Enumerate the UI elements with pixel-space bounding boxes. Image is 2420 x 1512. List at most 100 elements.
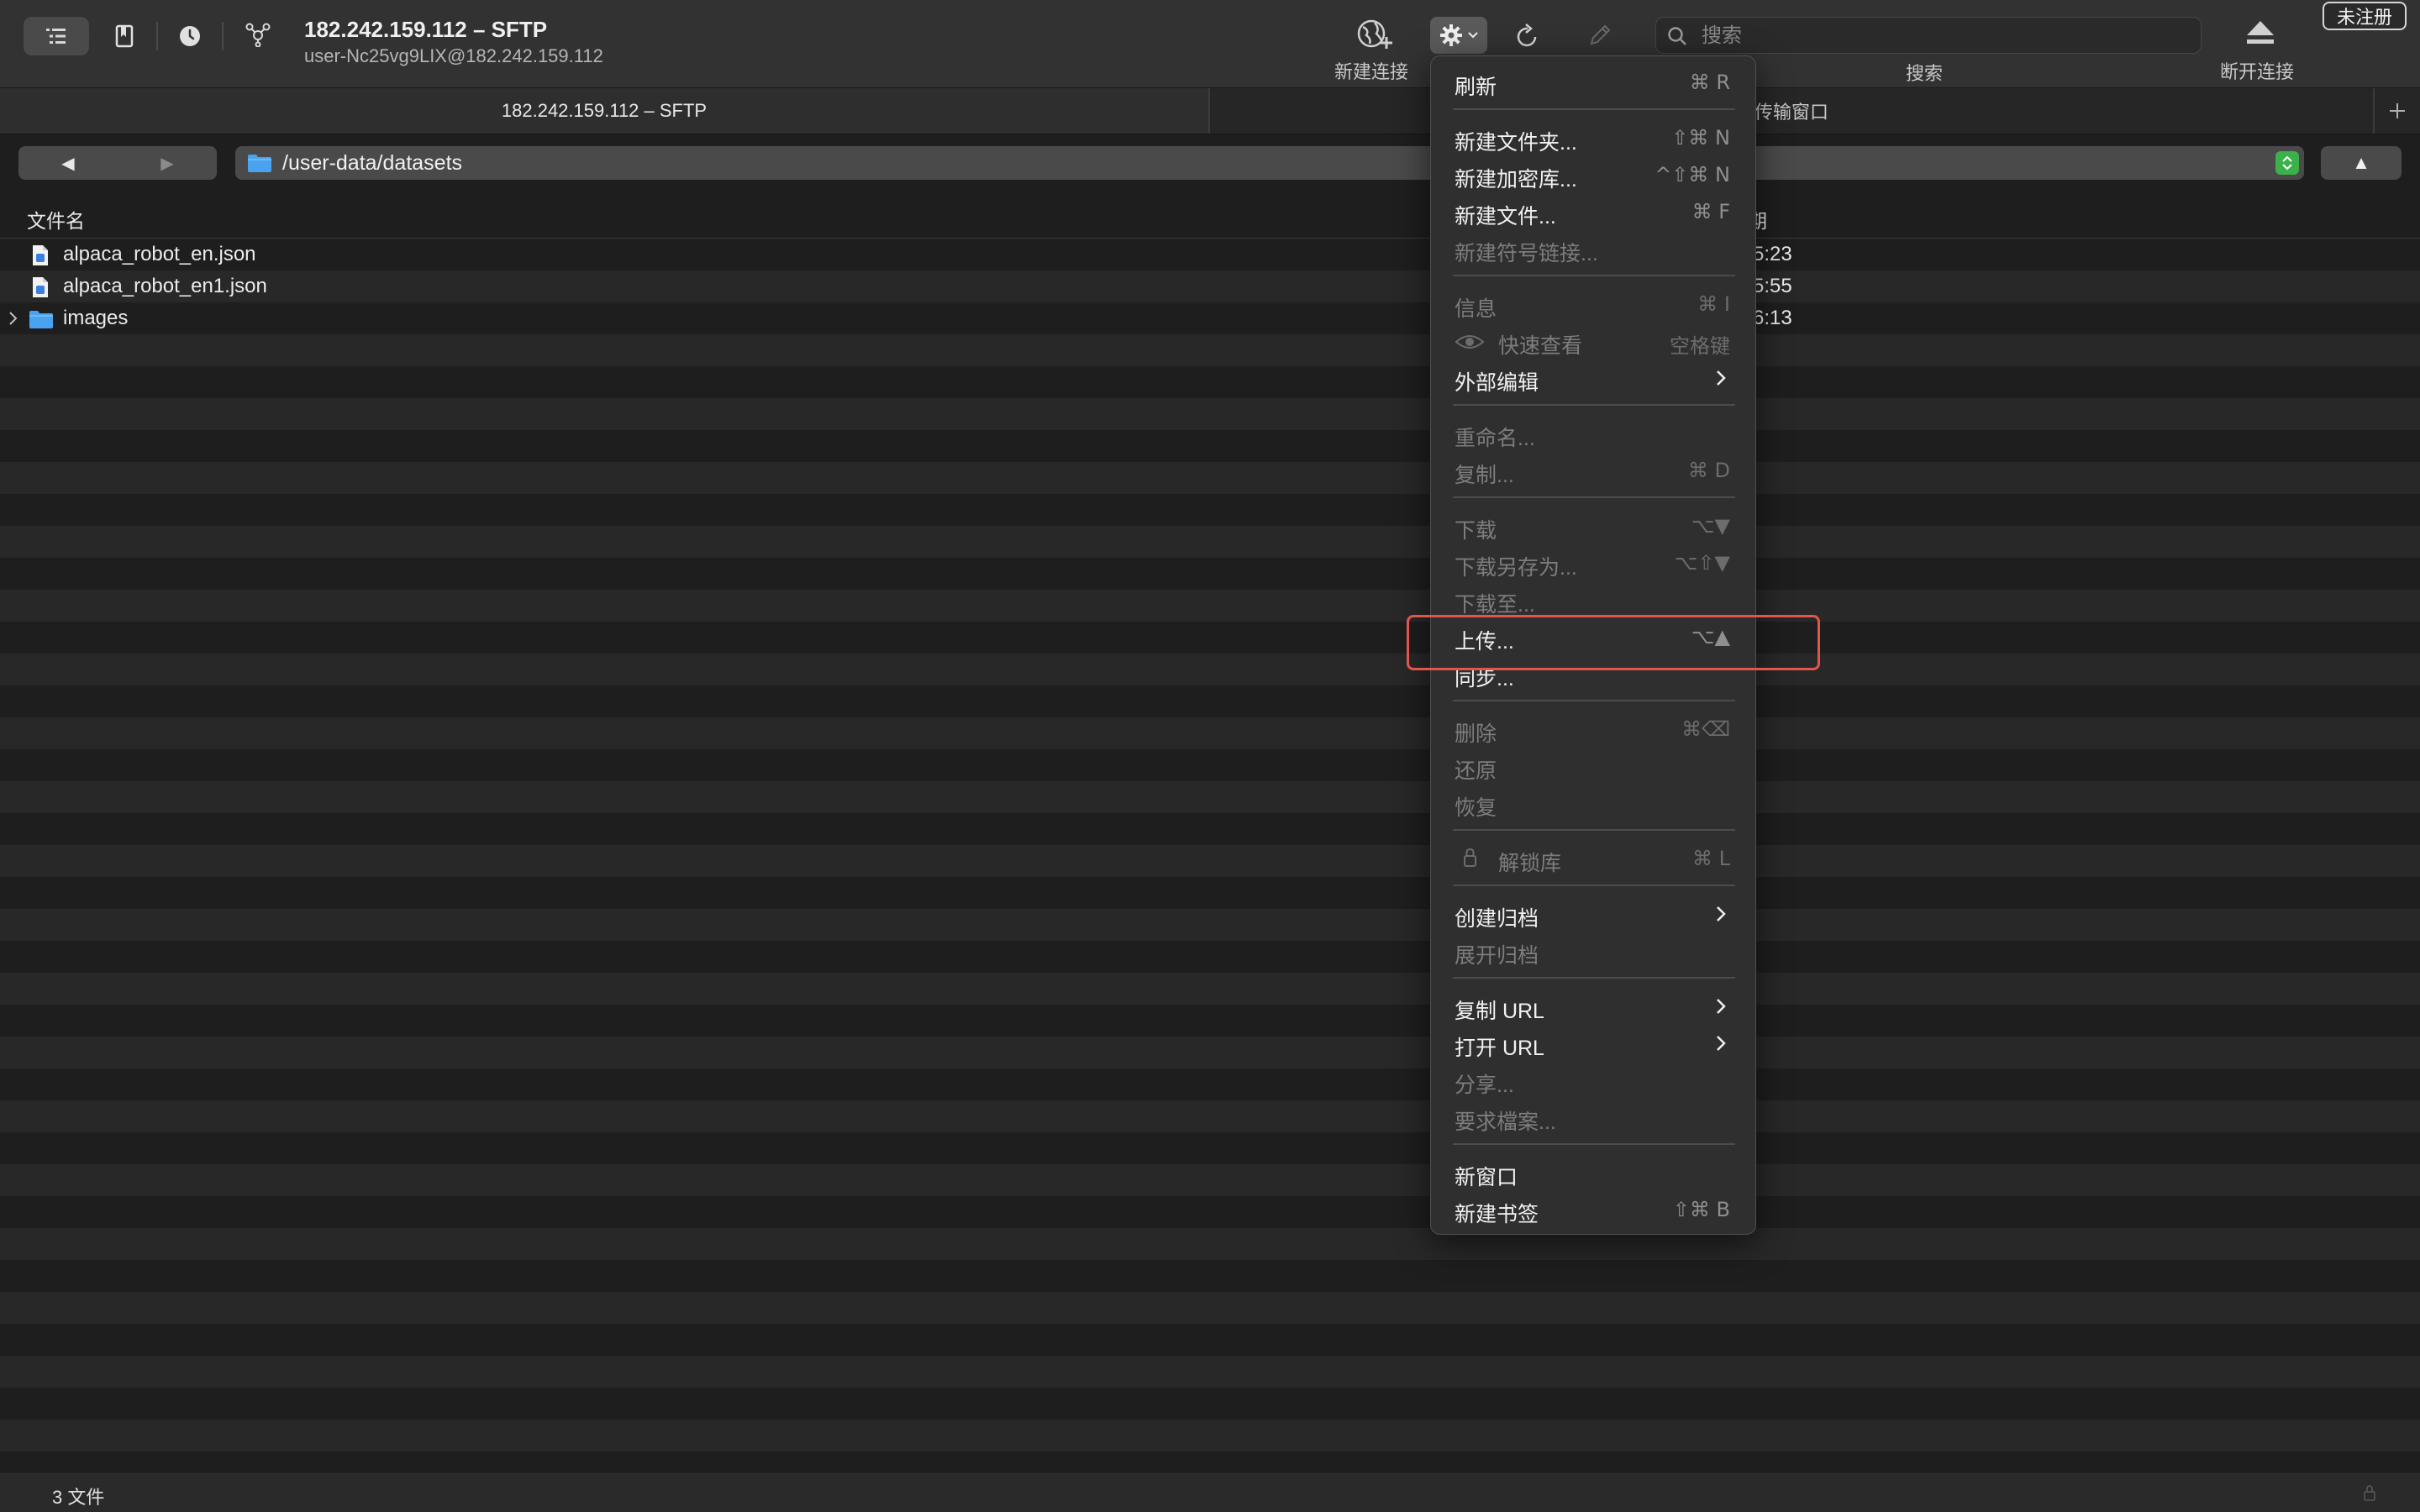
add-tab-button[interactable] <box>2375 88 2420 134</box>
menu-item-label: 新建书签 <box>1455 1203 1539 1226</box>
forward-button[interactable]: ▶ <box>118 146 217 180</box>
menu-separator <box>1453 700 1735 701</box>
menu-item-label: 新建文件夹... <box>1455 131 1577 155</box>
folder-icon <box>29 311 53 328</box>
menu-item-open-url[interactable]: 打开 URL <box>1431 1026 1755 1063</box>
menu-item-duplicate[interactable]: 复制... ⌘ D <box>1431 453 1755 490</box>
menu-shortcut: ⌘ R <box>1689 71 1730 94</box>
action-dropdown-menu: 刷新 ⌘ R 新建文件夹... ⇧⌘ N 新建加密库... ^⇧⌘ N 新建文件… <box>1430 55 1756 1235</box>
menu-item-restore[interactable]: 恢复 <box>1431 785 1755 822</box>
disclosure-triangle-icon[interactable] <box>7 310 18 327</box>
up-down-chevron-icon <box>2282 155 2292 171</box>
history-button[interactable] <box>173 17 207 55</box>
menu-item-edit-with[interactable]: 外部编辑 <box>1431 360 1755 397</box>
menu-item-copy-url[interactable]: 复制 URL <box>1431 989 1755 1026</box>
file-name: images <box>63 307 129 329</box>
menu-item-create-archive[interactable]: 创建归档 <box>1431 896 1755 933</box>
path-dropdown-stepper[interactable] <box>2275 151 2299 175</box>
network-share-icon <box>245 23 271 47</box>
refresh-button[interactable] <box>1509 17 1546 54</box>
menu-item-upload[interactable]: 上传... ⌥▲ <box>1431 619 1755 656</box>
menu-item-refresh[interactable]: 刷新 ⌘ R <box>1431 65 1755 102</box>
menu-item-label: 创建归档 <box>1455 907 1539 931</box>
menu-item-new-folder[interactable]: 新建文件夹... ⇧⌘ N <box>1431 120 1755 157</box>
menu-item-synchronize[interactable]: 同步... <box>1431 656 1755 693</box>
table-row[interactable]: images 6:13 <box>0 302 2420 334</box>
menu-shortcut: ⌥▲ <box>1691 625 1730 648</box>
menu-item-label: 删除 <box>1455 722 1497 746</box>
menu-item-new-window[interactable]: 新窗口 <box>1431 1155 1755 1192</box>
menu-shortcut: ⇧⌘ B <box>1672 1198 1730 1221</box>
search-field[interactable] <box>1655 17 2202 54</box>
chevron-right-icon <box>1717 906 1726 921</box>
disconnect-label: 断开连接 <box>2220 61 2295 82</box>
chevron-right-icon <box>1717 999 1726 1014</box>
outline-view-button[interactable] <box>24 17 89 55</box>
gear-icon <box>1440 24 1462 46</box>
menu-item-rename[interactable]: 重命名... <box>1431 416 1755 453</box>
menu-item-unlock-vault[interactable]: 解锁库 ⌘ L <box>1431 841 1755 878</box>
search-input[interactable] <box>1700 23 2191 50</box>
menu-item-label: 下载至... <box>1455 593 1535 617</box>
column-header-name[interactable]: 文件名 <box>27 205 85 234</box>
menu-item-delete[interactable]: 删除 ⌘⌫ <box>1431 711 1755 748</box>
file-date: 6:13 <box>1753 307 1792 329</box>
edit-button[interactable] <box>1581 17 1618 54</box>
window-subtitle: user-Nc25vg9LIX@182.242.159.112 <box>304 45 603 66</box>
menu-item-share[interactable]: 分享... <box>1431 1063 1755 1100</box>
menu-shortcut: ⌘ L <box>1692 847 1730 870</box>
menu-separator <box>1453 275 1735 276</box>
menu-item-label: 下载 <box>1455 519 1497 543</box>
menu-separator <box>1453 1143 1735 1145</box>
new-connection-button[interactable]: 新建连接 <box>1328 15 1420 86</box>
menu-item-download-to[interactable]: 下载至... <box>1431 582 1755 619</box>
menu-separator <box>1453 977 1735 979</box>
menu-shortcut: ⌘ F <box>1691 200 1730 223</box>
toolbar-separator <box>222 22 224 50</box>
bonjour-button[interactable] <box>239 15 277 54</box>
parent-directory-button[interactable]: ▲ <box>2321 146 2402 180</box>
menu-item-quick-look[interactable]: 快速查看 空格键 <box>1431 323 1755 360</box>
toolbar-separator <box>156 22 158 50</box>
table-row[interactable]: alpaca_robot_en.json 5:23 <box>0 239 2420 270</box>
action-menu-button[interactable] <box>1430 17 1487 54</box>
tab-transfer-window[interactable]: 传输窗口 <box>1210 88 2373 134</box>
back-button[interactable]: ◀ <box>18 146 118 180</box>
chevron-down-icon <box>1468 32 1478 39</box>
menu-item-info[interactable]: 信息 ⌘ I <box>1431 286 1755 323</box>
disconnect-button[interactable]: 断开连接 <box>2212 15 2312 86</box>
tab-bar: 182.242.159.112 – SFTP 传输窗口 <box>0 87 2420 134</box>
menu-item-request-files[interactable]: 要求檔案... <box>1431 1100 1755 1137</box>
menu-item-new-file[interactable]: 新建文件... ⌘ F <box>1431 194 1755 231</box>
menu-item-new-vault[interactable]: 新建加密库... ^⇧⌘ N <box>1431 157 1755 194</box>
menu-item-expand-archive[interactable]: 展开归档 <box>1431 933 1755 970</box>
menu-item-download-as[interactable]: 下载另存为... ⌥⇧▼ <box>1431 545 1755 582</box>
window-title: 182.242.159.112 – SFTP <box>304 17 548 42</box>
menu-item-label: 同步... <box>1455 667 1514 690</box>
menu-item-label: 新窗口 <box>1455 1166 1518 1189</box>
unregistered-badge[interactable]: 未注册 <box>2323 2 2407 30</box>
menu-item-label: 重命名... <box>1455 427 1535 450</box>
folder-icon <box>248 155 271 172</box>
file-list: alpaca_robot_en.json 5:23 alpaca_robot_e… <box>0 239 2420 1453</box>
menu-separator <box>1453 496 1735 498</box>
menu-item-new-bookmark[interactable]: 新建书签 ⇧⌘ B <box>1431 1192 1755 1229</box>
status-bar: 3 文件 <box>0 1472 2420 1512</box>
menu-item-label: 要求檔案... <box>1455 1110 1556 1134</box>
menu-shortcut: ⌘ I <box>1697 292 1730 316</box>
menu-item-download[interactable]: 下载 ⌥▼ <box>1431 508 1755 545</box>
menu-item-revert[interactable]: 还原 <box>1431 748 1755 785</box>
menu-shortcut: ⌘⌫ <box>1681 717 1730 741</box>
menu-separator <box>1453 108 1735 110</box>
menu-item-label: 打开 URL <box>1455 1037 1544 1060</box>
file-count: 3 文件 <box>52 1487 105 1508</box>
path-selector[interactable]: /user-data/datasets <box>235 146 2304 180</box>
table-row[interactable]: alpaca_robot_en1.json 5:55 <box>0 270 2420 302</box>
menu-item-label: 上传... <box>1455 630 1514 654</box>
lock-icon <box>2364 1485 2375 1501</box>
bookmarks-button[interactable] <box>108 17 141 55</box>
search-icon <box>1668 27 1686 45</box>
menu-item-new-symlink[interactable]: 新建符号链接... <box>1431 231 1755 268</box>
file-date: 5:55 <box>1753 275 1792 297</box>
tab-sftp-session[interactable]: 182.242.159.112 – SFTP <box>0 88 1208 134</box>
